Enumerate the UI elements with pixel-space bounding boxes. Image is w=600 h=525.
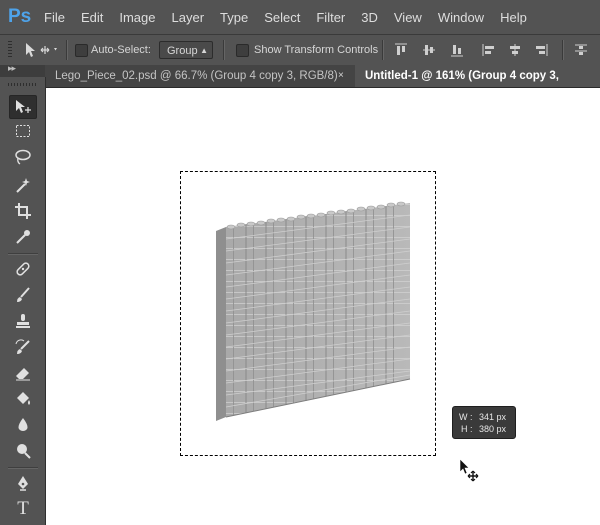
crop-tool[interactable] (9, 199, 37, 223)
align-right-icon[interactable] (534, 43, 548, 57)
pen-icon (18, 476, 28, 491)
show-transform-label: Show Transform Controls (254, 44, 379, 56)
document-tabs: Lego_Piece_02.psd @ 66.7% (Group 4 copy … (45, 65, 600, 104)
menu-filter[interactable]: Filter (316, 10, 345, 25)
photoshop-logo: Ps (8, 6, 32, 27)
close-icon[interactable]: × (338, 65, 344, 87)
auto-select-mode-dropdown[interactable]: Group ▲ (159, 41, 213, 59)
height-value: 380 px (479, 424, 507, 434)
dimension-tooltip: W : 341 px H : 380 px (452, 406, 516, 439)
bandage-icon (16, 262, 30, 276)
type-icon: T (17, 498, 29, 519)
collapse-toolbar-icon[interactable]: ▸▸ (8, 63, 16, 74)
pen-tool[interactable] (9, 471, 37, 495)
align-vertical-center-icon[interactable] (422, 43, 436, 57)
menu-type[interactable]: Type (220, 10, 248, 25)
height-label: H : (461, 424, 473, 434)
brush-icon (17, 287, 30, 302)
marquee-tool[interactable] (9, 119, 37, 143)
blur-tool[interactable] (9, 413, 37, 437)
type-tool[interactable]: T (9, 497, 37, 521)
distribute-top-icon[interactable] (574, 43, 588, 57)
menu-3d[interactable]: 3D (361, 10, 378, 25)
menu-layer[interactable]: Layer (172, 10, 205, 25)
auto-select-checkbox[interactable] (75, 44, 88, 57)
align-left-icon[interactable] (482, 43, 496, 57)
menu-bar: Ps File Edit Image Layer Type Select Fil… (0, 0, 600, 34)
crop-icon (15, 203, 31, 219)
history-brush-icon (15, 339, 30, 354)
move-tool-icon (26, 43, 57, 57)
stepper-arrows-icon: ▲ (200, 46, 208, 55)
eraser-icon (16, 368, 30, 381)
lego-wall-image (216, 201, 411, 421)
width-label: W : (459, 412, 473, 422)
dodge-tool[interactable] (9, 439, 37, 463)
menu-file[interactable]: File (44, 10, 65, 25)
options-grip[interactable] (8, 41, 12, 59)
options-bar: Auto-Select: Group ▲ Show Transform Cont… (0, 34, 600, 66)
eyedropper-tool[interactable] (9, 225, 37, 249)
menu-window[interactable]: Window (438, 10, 484, 25)
tool-preset-picker[interactable] (24, 41, 60, 59)
align-top-icon[interactable] (394, 43, 408, 57)
paint-bucket-icon (17, 392, 30, 405)
water-drop-icon (18, 418, 28, 431)
eyedropper-icon (16, 230, 30, 244)
magic-wand-icon (16, 178, 30, 193)
stamp-icon (16, 314, 30, 328)
auto-select-mode-value: Group (167, 45, 198, 57)
toolbar-grip[interactable] (8, 83, 36, 86)
align-bottom-icon[interactable] (450, 43, 464, 57)
menu-help[interactable]: Help (500, 10, 527, 25)
menu-view[interactable]: View (394, 10, 422, 25)
tools-panel: T (0, 77, 46, 525)
height-readout: H : 380 px (459, 423, 515, 435)
menu-edit[interactable]: Edit (81, 10, 103, 25)
eraser-tool[interactable] (9, 361, 37, 385)
dodge-icon (17, 444, 31, 459)
brush-tool[interactable] (9, 283, 37, 307)
move-cursor-icon (459, 458, 479, 482)
move-tool[interactable] (9, 95, 37, 119)
tab-lego-piece-label: Lego_Piece_02.psd @ 66.7% (Group 4 copy … (55, 70, 338, 82)
history-brush-tool[interactable] (9, 335, 37, 359)
width-readout: W : 341 px (459, 411, 515, 423)
rectangle-marquee-icon (16, 125, 30, 137)
menu-image[interactable]: Image (119, 10, 155, 25)
menu-select[interactable]: Select (264, 10, 300, 25)
show-transform-checkbox[interactable] (236, 44, 249, 57)
tab-lego-piece[interactable]: Lego_Piece_02.psd @ 66.7% (Group 4 copy … (45, 65, 355, 87)
align-horizontal-center-icon[interactable] (508, 43, 522, 57)
chevron-down-icon (54, 48, 57, 51)
magic-wand-tool[interactable] (9, 173, 37, 197)
width-value: 341 px (479, 412, 507, 422)
move-icon (16, 100, 31, 113)
toolbar-header[interactable]: ▸▸ (0, 63, 45, 77)
lasso-icon (15, 149, 31, 165)
tab-untitled-1[interactable]: Untitled-1 @ 161% (Group 4 copy 3, RGB/8… (355, 65, 600, 104)
clone-stamp-tool[interactable] (9, 309, 37, 333)
healing-brush-tool[interactable] (9, 257, 37, 281)
paint-bucket-tool[interactable] (9, 387, 37, 411)
auto-select-label: Auto-Select: (91, 44, 151, 56)
lasso-tool[interactable] (9, 145, 37, 169)
